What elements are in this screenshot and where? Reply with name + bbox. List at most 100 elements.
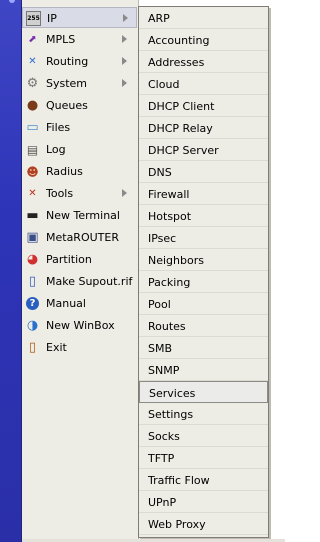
main-item-tools[interactable]: ✕ Tools (22, 183, 137, 204)
main-item-new-winbox[interactable]: ◑ New WinBox (22, 315, 137, 336)
submenu-item-label: Socks (148, 430, 180, 443)
main-item-label: MetaROUTER (46, 231, 119, 244)
help-icon: ? (26, 297, 39, 310)
supout-file-icon: ▯ (28, 274, 37, 289)
main-item-new-terminal[interactable]: ▬ New Terminal (22, 205, 137, 226)
submenu-item-label: TFTP (148, 452, 175, 465)
main-item-log[interactable]: ▤ Log (22, 139, 137, 160)
main-item-label: New Terminal (46, 209, 120, 222)
submenu-item-socks[interactable]: Socks (139, 425, 268, 447)
submenu-item-dhcp-relay[interactable]: DHCP Relay (139, 117, 268, 139)
system-gear-icon: ⚙ (26, 76, 39, 91)
folder-icon: ▭ (26, 120, 39, 135)
main-item-label: MPLS (46, 33, 76, 46)
side-strip (0, 0, 22, 542)
submenu-arrow-icon (122, 35, 127, 43)
submenu-item-routes[interactable]: Routes (139, 315, 268, 337)
submenu-item-label: DNS (148, 166, 172, 179)
submenu-item-cloud[interactable]: Cloud (139, 73, 268, 95)
submenu-item-upnp[interactable]: UPnP (139, 491, 268, 513)
ip-icon: 255 (26, 11, 41, 26)
main-item-label: Make Supout.rif (46, 275, 133, 288)
main-item-label: Tools (46, 187, 74, 200)
main-item-label: Routing (46, 55, 89, 68)
submenu-item-label: DHCP Relay (148, 122, 213, 135)
submenu-item-packing[interactable]: Packing (139, 271, 268, 293)
main-item-label: Radius (46, 165, 83, 178)
main-item-system[interactable]: ⚙ System (22, 73, 137, 94)
submenu-item-firewall[interactable]: Firewall (139, 183, 268, 205)
exit-door-icon: ▯ (28, 340, 37, 355)
main-item-label: New WinBox (46, 319, 115, 332)
main-item-make-supout[interactable]: ▯ Make Supout.rif (22, 271, 137, 292)
submenu-item-label: UPnP (148, 496, 177, 509)
ip-submenu: ARP Accounting Addresses Cloud DHCP Clie… (138, 6, 269, 538)
submenu-item-label: ARP (148, 12, 170, 25)
submenu-item-smb[interactable]: SMB (139, 337, 268, 359)
terminal-icon: ▬ (26, 208, 39, 223)
queues-icon: ● (26, 98, 39, 113)
main-item-queues[interactable]: ● Queues (22, 95, 137, 116)
metarouter-icon: ▣ (26, 230, 39, 245)
submenu-arrow-icon (122, 57, 127, 65)
submenu-item-label: SMB (148, 342, 173, 355)
winbox-menu-window: 255 IP ⬈ MPLS ✕ Routing ⚙ System ● Queue… (0, 0, 285, 542)
radius-users-icon: ☻ (26, 164, 39, 179)
main-item-label: System (46, 77, 88, 90)
submenu-item-arp[interactable]: ARP (139, 7, 268, 29)
submenu-item-label: SNMP (148, 364, 180, 377)
main-item-exit[interactable]: ▯ Exit (22, 337, 137, 358)
main-item-partition[interactable]: ◕ Partition (22, 249, 137, 270)
tools-icon: ✕ (28, 187, 37, 199)
submenu-item-label: DHCP Server (148, 144, 219, 157)
submenu-item-label: Services (149, 387, 196, 400)
submenu-item-label: IPsec (148, 232, 177, 245)
submenu-item-label: Routes (148, 320, 186, 333)
submenu-item-traffic-flow[interactable]: Traffic Flow (139, 469, 268, 491)
main-item-label: IP (47, 12, 57, 25)
submenu-item-neighbors[interactable]: Neighbors (139, 249, 268, 271)
main-item-ip[interactable]: 255 IP (22, 7, 137, 28)
submenu-arrow-icon (122, 189, 127, 197)
main-item-mpls[interactable]: ⬈ MPLS (22, 29, 137, 50)
submenu-item-label: Traffic Flow (148, 474, 210, 487)
submenu-arrow-icon (122, 79, 127, 87)
main-item-label: Queues (46, 99, 88, 112)
main-menu: 255 IP ⬈ MPLS ✕ Routing ⚙ System ● Queue… (22, 0, 139, 542)
submenu-item-accounting[interactable]: Accounting (139, 29, 268, 51)
submenu-item-web-proxy[interactable]: Web Proxy (139, 513, 268, 535)
submenu-item-label: Settings (148, 408, 194, 421)
submenu-item-services[interactable]: Services (139, 381, 268, 403)
main-item-manual[interactable]: ? Manual (22, 293, 137, 314)
winbox-icon: ◑ (26, 318, 39, 333)
log-icon: ▤ (26, 142, 39, 157)
main-item-metarouter[interactable]: ▣ MetaROUTER (22, 227, 137, 248)
routing-icon: ✕ (28, 55, 37, 67)
submenu-item-label: Neighbors (148, 254, 204, 267)
main-item-label: Manual (46, 297, 86, 310)
partition-pie-icon: ◕ (26, 252, 39, 267)
submenu-item-pool[interactable]: Pool (139, 293, 268, 315)
submenu-item-snmp[interactable]: SNMP (139, 359, 268, 381)
main-item-radius[interactable]: ☻ Radius (22, 161, 137, 182)
main-item-files[interactable]: ▭ Files (22, 117, 137, 138)
submenu-item-ipsec[interactable]: IPsec (139, 227, 268, 249)
submenu-item-dns[interactable]: DNS (139, 161, 268, 183)
main-item-routing[interactable]: ✕ Routing (22, 51, 137, 72)
submenu-item-settings[interactable]: Settings (139, 403, 268, 425)
submenu-item-dhcp-server[interactable]: DHCP Server (139, 139, 268, 161)
main-item-label: Exit (46, 341, 67, 354)
submenu-item-label: Addresses (148, 56, 205, 69)
submenu-item-tftp[interactable]: TFTP (139, 447, 268, 469)
submenu-item-label: Cloud (148, 78, 180, 91)
mpls-icon: ⬈ (28, 33, 37, 45)
submenu-item-addresses[interactable]: Addresses (139, 51, 268, 73)
main-item-label: Files (46, 121, 71, 134)
side-strip-dot (9, 0, 15, 3)
submenu-item-dhcp-client[interactable]: DHCP Client (139, 95, 268, 117)
submenu-item-label: Packing (148, 276, 191, 289)
submenu-item-hotspot[interactable]: Hotspot (139, 205, 268, 227)
main-item-label: Partition (46, 253, 92, 266)
submenu-item-label: Firewall (148, 188, 190, 201)
submenu-item-label: Accounting (148, 34, 210, 47)
